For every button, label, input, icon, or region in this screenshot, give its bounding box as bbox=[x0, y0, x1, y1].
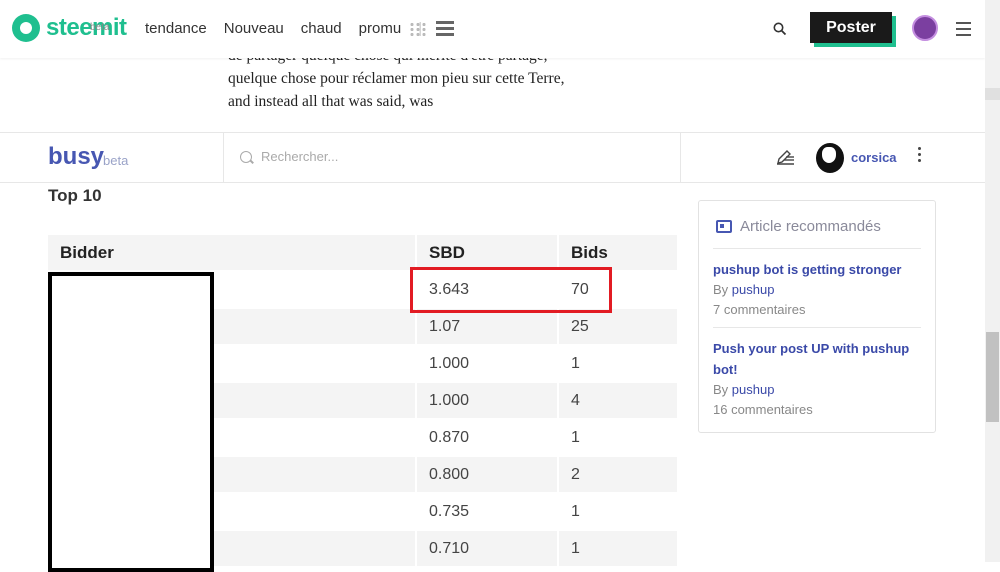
sbd-cell: 1.07 bbox=[416, 307, 559, 345]
busy-header: busy beta Rechercher... corsica bbox=[0, 132, 985, 183]
username-link[interactable]: corsica bbox=[851, 150, 897, 165]
list-view-icon[interactable] bbox=[436, 21, 454, 37]
article-line: and instead all that was said, was bbox=[228, 93, 434, 110]
recommended-item-title[interactable]: pushup bot is getting stronger bbox=[713, 259, 918, 280]
redaction-box bbox=[48, 272, 214, 572]
nav-nouveau[interactable]: Nouveau bbox=[224, 20, 284, 37]
recommended-item: Push your post UP with pushup bot! By pu… bbox=[713, 338, 918, 420]
bids-cell: 4 bbox=[558, 381, 679, 419]
column-header-sbd: SBD bbox=[416, 235, 559, 271]
search-icon bbox=[240, 150, 252, 163]
nav-promu[interactable]: promu bbox=[359, 20, 402, 37]
busy-beta-label: beta bbox=[103, 153, 129, 168]
highlight-box bbox=[410, 267, 612, 313]
poster-button[interactable]: Poster bbox=[810, 12, 892, 43]
bids-cell: 1 bbox=[558, 492, 679, 530]
sbd-cell: 0.870 bbox=[416, 418, 559, 456]
by-label: By bbox=[713, 282, 729, 297]
steemit-logo-text: steemit bbox=[46, 14, 127, 41]
grid-view-icon[interactable] bbox=[409, 22, 427, 36]
recommended-header: Article recommandés bbox=[716, 218, 881, 235]
bids-cell: 25 bbox=[558, 307, 679, 345]
divider bbox=[223, 133, 224, 182]
sbd-cell: 0.800 bbox=[416, 455, 559, 493]
hamburger-menu-icon[interactable] bbox=[956, 22, 971, 40]
comment-count[interactable]: 7 commentaires bbox=[713, 300, 918, 320]
article-icon bbox=[716, 220, 732, 233]
bids-cell: 2 bbox=[558, 455, 679, 493]
sbd-cell: 0.735 bbox=[416, 492, 559, 530]
recommended-articles-card: Article recommandés pushup bot is gettin… bbox=[698, 200, 936, 433]
sbd-cell: 1.000 bbox=[416, 381, 559, 419]
bids-cell: 1 bbox=[558, 418, 679, 456]
divider bbox=[680, 133, 681, 182]
author-link[interactable]: pushup bbox=[732, 282, 775, 297]
sbd-cell: 0.710 bbox=[416, 529, 559, 566]
nav-tendance[interactable]: tendance bbox=[145, 20, 207, 37]
search-icon[interactable] bbox=[773, 22, 787, 39]
write-post-icon[interactable] bbox=[775, 148, 795, 166]
author-link[interactable]: pushup bbox=[732, 382, 775, 397]
busy-search-input[interactable]: Rechercher... bbox=[240, 149, 338, 164]
search-placeholder: Rechercher... bbox=[261, 149, 339, 164]
recommended-item-author: By pushup bbox=[713, 280, 918, 300]
comment-count[interactable]: 16 commentaires bbox=[713, 400, 918, 420]
recommended-item-author: By pushup bbox=[713, 380, 918, 400]
steemit-nav: tendance Nouveau chaud promu | bbox=[145, 20, 432, 37]
more-options-icon[interactable] bbox=[918, 147, 922, 165]
scrollbar[interactable] bbox=[985, 0, 1000, 562]
column-header-bidder: Bidder bbox=[48, 235, 417, 271]
scrollbar-thumb[interactable] bbox=[986, 332, 999, 422]
user-avatar[interactable] bbox=[816, 143, 844, 173]
steemit-avatar[interactable] bbox=[912, 15, 938, 41]
recommended-item-title[interactable]: Push your post UP with pushup bot! bbox=[713, 338, 918, 380]
steemit-logo-icon bbox=[12, 14, 40, 42]
scrollbar-arrow[interactable] bbox=[985, 88, 1000, 100]
column-header-bids: Bids bbox=[558, 235, 679, 271]
nav-chaud[interactable]: chaud bbox=[301, 20, 342, 37]
steemit-header: steemit beta tendance Nouveau chaud prom… bbox=[0, 0, 985, 58]
bids-cell: 1 bbox=[558, 529, 679, 566]
bids-cell: 1 bbox=[558, 344, 679, 382]
article-line: quelque chose pour réclamer mon pieu sur… bbox=[228, 70, 565, 87]
by-label: By bbox=[713, 382, 729, 397]
table-header-row: Bidder SBD Bids bbox=[48, 235, 679, 271]
recommended-title: Article recommandés bbox=[740, 218, 881, 235]
busy-logo[interactable]: busy bbox=[48, 143, 104, 171]
steemit-beta-label: beta bbox=[90, 22, 110, 33]
divider bbox=[713, 327, 921, 328]
sbd-cell: 1.000 bbox=[416, 344, 559, 382]
section-title: Top 10 bbox=[48, 186, 102, 205]
recommended-item: pushup bot is getting stronger By pushup… bbox=[713, 259, 918, 320]
divider bbox=[713, 248, 921, 249]
